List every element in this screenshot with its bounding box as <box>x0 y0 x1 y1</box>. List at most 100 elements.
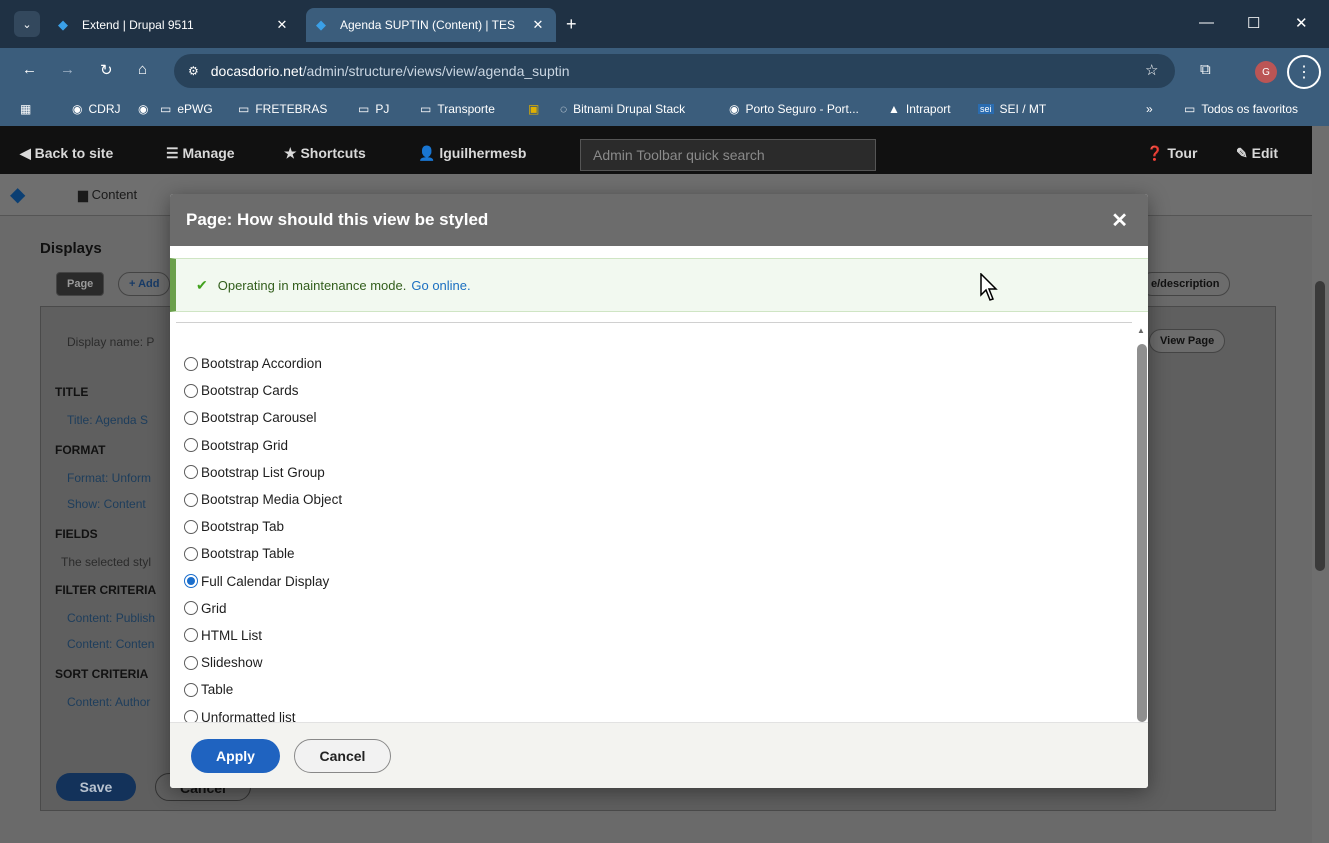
show-value-link[interactable]: Show: Content <box>67 497 146 511</box>
url-input[interactable]: ⚙ docasdorio.net /admin/structure/views/… <box>174 54 1175 88</box>
radio-button[interactable] <box>184 438 198 453</box>
scroll-up-arrow-icon[interactable]: ▲ <box>1134 326 1148 335</box>
option-label[interactable]: Bootstrap Tab <box>201 519 284 534</box>
tab-agenda-suptin[interactable]: ◆ Agenda SUPTIN (Content) | TES ✕ <box>306 8 556 42</box>
apply-button[interactable]: Apply <box>191 739 280 773</box>
option-label[interactable]: Bootstrap Cards <box>201 383 299 398</box>
option-label[interactable]: Bootstrap Carousel <box>201 410 317 425</box>
new-tab-button[interactable]: + <box>566 14 577 35</box>
bookmark-fretebras[interactable]: ▭ FRETEBRAS <box>238 102 327 116</box>
bookmark-star-icon[interactable]: ☆ <box>1145 61 1158 79</box>
forward-arrow-icon[interactable]: → <box>60 61 75 78</box>
tour-button[interactable]: ❓ Tour <box>1146 145 1197 162</box>
bookmark-transporte[interactable]: ▭ Transporte <box>420 102 495 116</box>
radio-button[interactable] <box>184 682 198 697</box>
admin-quick-search-input[interactable]: Admin Toolbar quick search <box>580 139 876 171</box>
profile-avatar[interactable]: G <box>1255 61 1277 83</box>
radio-button[interactable] <box>184 628 198 643</box>
go-online-link[interactable]: Go online. <box>411 278 470 293</box>
style-option-slideshow[interactable]: Slideshow <box>184 649 1124 676</box>
radio-button[interactable] <box>184 546 198 561</box>
option-label[interactable]: Bootstrap List Group <box>201 465 325 480</box>
drupal-logo-icon[interactable]: ◆ <box>10 182 25 207</box>
option-label[interactable]: Unformatted list <box>201 710 296 722</box>
option-label[interactable]: Bootstrap Grid <box>201 438 288 453</box>
page-scrollbar-thumb[interactable] <box>1315 281 1325 571</box>
manage-tab[interactable]: ☰ Manage <box>166 145 235 162</box>
sort-item-link[interactable]: Content: Author <box>67 695 150 709</box>
edit-description-button[interactable]: e/description <box>1140 272 1231 296</box>
option-label[interactable]: Full Calendar Display <box>201 574 329 589</box>
shortcuts-tab[interactable]: ★ Shortcuts <box>284 145 366 162</box>
radio-button[interactable] <box>184 655 198 670</box>
user-tab[interactable]: 👤 lguilhermesb <box>418 145 526 162</box>
back-to-site-link[interactable]: ◀ Back to site <box>20 145 113 162</box>
option-label[interactable]: Slideshow <box>201 655 263 670</box>
edit-button[interactable]: ✎ Edit <box>1236 145 1278 162</box>
tray-content-link[interactable]: ▆ Content <box>78 187 137 203</box>
style-option-full-calendar-display[interactable]: Full Calendar Display <box>184 568 1124 595</box>
radio-button[interactable] <box>184 356 198 371</box>
style-option-bootstrap-carousel[interactable]: Bootstrap Carousel <box>184 404 1124 431</box>
radio-button[interactable] <box>184 410 198 425</box>
minimize-icon[interactable]: — <box>1199 14 1214 31</box>
style-option-bootstrap-accordion[interactable]: Bootstrap Accordion <box>184 350 1124 377</box>
tab-search-button[interactable]: ⌄ <box>14 11 40 37</box>
radio-button[interactable] <box>184 519 198 534</box>
apps-grid-icon[interactable]: ▦ <box>20 102 31 116</box>
browser-menu-icon[interactable]: ⋮ <box>1287 55 1321 89</box>
tab-close-icon[interactable]: ✕ <box>274 17 290 33</box>
radio-button[interactable] <box>184 465 198 480</box>
format-value-link[interactable]: Format: Unform <box>67 471 151 485</box>
all-bookmarks-folder[interactable]: ▭ Todos os favoritos <box>1184 102 1298 116</box>
radio-button[interactable] <box>184 710 198 722</box>
bookmark-globe[interactable]: ◉ <box>138 102 154 116</box>
style-option-table[interactable]: Table <box>184 676 1124 703</box>
option-label[interactable]: Bootstrap Media Object <box>201 492 342 507</box>
style-option-bootstrap-grid[interactable]: Bootstrap Grid <box>184 432 1124 459</box>
style-option-unformatted-list[interactable]: Unformatted list <box>184 703 1124 722</box>
option-label[interactable]: HTML List <box>201 628 262 643</box>
style-option-grid[interactable]: Grid <box>184 595 1124 622</box>
tab-close-icon[interactable]: ✕ <box>530 17 546 33</box>
bookmark-sei-mt[interactable]: sei SEI / MT <box>978 102 1046 116</box>
option-label[interactable]: Bootstrap Accordion <box>201 356 322 371</box>
page-save-button[interactable]: Save <box>56 773 136 801</box>
bookmark-cdrj[interactable]: ◉ CDRJ <box>72 102 120 116</box>
reload-icon[interactable]: ↻ <box>100 61 113 79</box>
style-option-bootstrap-tab[interactable]: Bootstrap Tab <box>184 513 1124 540</box>
add-display-button[interactable]: + Add <box>118 272 171 296</box>
view-page-button[interactable]: View Page <box>1149 329 1226 353</box>
cancel-button[interactable]: Cancel <box>294 739 391 773</box>
radio-button-selected[interactable] <box>184 574 198 589</box>
bookmark-pj[interactable]: ▭ PJ <box>358 102 389 116</box>
option-label[interactable]: Bootstrap Table <box>201 546 295 561</box>
maximize-icon[interactable]: ☐ <box>1247 14 1260 32</box>
filter-item-link[interactable]: Content: Conten <box>67 637 154 651</box>
dialog-close-icon[interactable]: ✕ <box>1111 208 1128 233</box>
radio-button[interactable] <box>184 601 198 616</box>
filter-item-link[interactable]: Content: Publish <box>67 611 155 625</box>
tab-extend[interactable]: ◆ Extend | Drupal 9511 ✕ <box>48 8 300 42</box>
bookmark-porto-seguro[interactable]: ◉ Porto Seguro - Port... <box>729 102 859 116</box>
style-option-html-list[interactable]: HTML List <box>184 622 1124 649</box>
extensions-icon[interactable]: ⧉ <box>1200 61 1211 78</box>
page-display-tab[interactable]: Page <box>56 272 105 296</box>
bookmark-bitnami[interactable]: ◌ Bitnami Drupal Stack <box>560 102 685 116</box>
style-option-bootstrap-media-object[interactable]: Bootstrap Media Object <box>184 486 1124 513</box>
home-icon[interactable]: ⌂ <box>138 61 147 78</box>
radio-button[interactable] <box>184 383 198 398</box>
dialog-scrollbar-thumb[interactable] <box>1137 344 1147 722</box>
option-label[interactable]: Table <box>201 682 233 697</box>
bookmark-box[interactable]: ▣ <box>528 102 545 116</box>
option-label[interactable]: Grid <box>201 601 227 616</box>
back-arrow-icon[interactable]: ← <box>22 61 37 78</box>
bookmark-intraport[interactable]: ▲ Intraport <box>888 102 951 116</box>
style-option-bootstrap-cards[interactable]: Bootstrap Cards <box>184 377 1124 404</box>
window-close-icon[interactable]: ✕ <box>1295 14 1308 32</box>
style-option-bootstrap-list-group[interactable]: Bootstrap List Group <box>184 459 1124 486</box>
radio-button[interactable] <box>184 492 198 507</box>
bookmarks-overflow-button[interactable]: » <box>1146 102 1153 116</box>
bookmark-epwg[interactable]: ▭ ePWG <box>160 102 213 116</box>
style-option-bootstrap-table[interactable]: Bootstrap Table <box>184 540 1124 567</box>
